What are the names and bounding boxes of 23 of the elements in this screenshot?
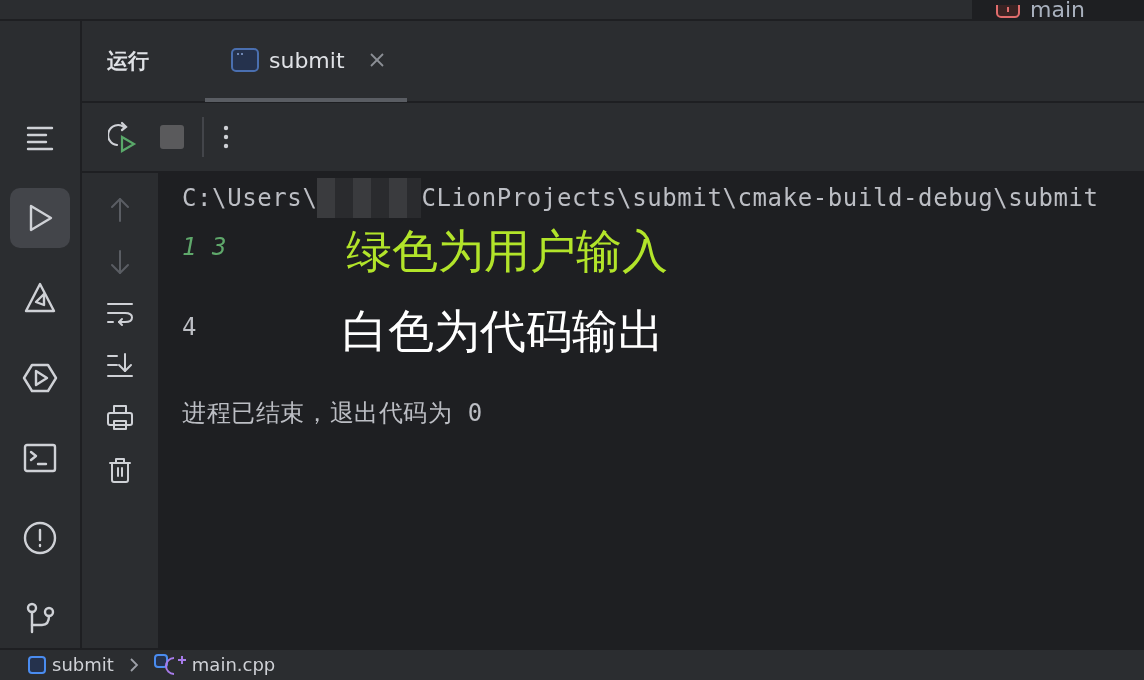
chevron-icon bbox=[127, 657, 140, 673]
rerun-icon[interactable] bbox=[108, 121, 138, 153]
more-icon[interactable] bbox=[222, 123, 230, 151]
module-icon bbox=[28, 656, 46, 674]
annotation-text: 绿色为用户输入 bbox=[346, 223, 668, 280]
branch-widget[interactable]: main bbox=[972, 0, 1144, 19]
panel-title: 运行 bbox=[107, 48, 149, 75]
console-text: 1 3 bbox=[182, 232, 229, 263]
close-icon[interactable] bbox=[368, 52, 385, 68]
run-tool-button[interactable] bbox=[10, 188, 70, 248]
run-tab[interactable]: submit bbox=[205, 22, 407, 102]
console-text: CLionProjects\submit\cmake-build-debug\submit bbox=[421, 183, 1099, 214]
breadcrumb-item[interactable]: main.cpp bbox=[153, 653, 276, 677]
console-text: 进程已结束，退出代码为 0 bbox=[182, 398, 483, 429]
breadcrumb-item[interactable]: submit bbox=[28, 653, 114, 677]
alert-icon bbox=[22, 520, 58, 556]
print-icon[interactable] bbox=[105, 403, 135, 433]
annotation-text: 白色为代码输出 bbox=[342, 303, 664, 360]
branch-icon bbox=[996, 5, 1020, 19]
cpp-file-icon bbox=[153, 654, 186, 676]
console-icon bbox=[231, 48, 259, 72]
console-text: 4 bbox=[182, 312, 199, 343]
console-text: C:\Users\ bbox=[182, 183, 318, 214]
